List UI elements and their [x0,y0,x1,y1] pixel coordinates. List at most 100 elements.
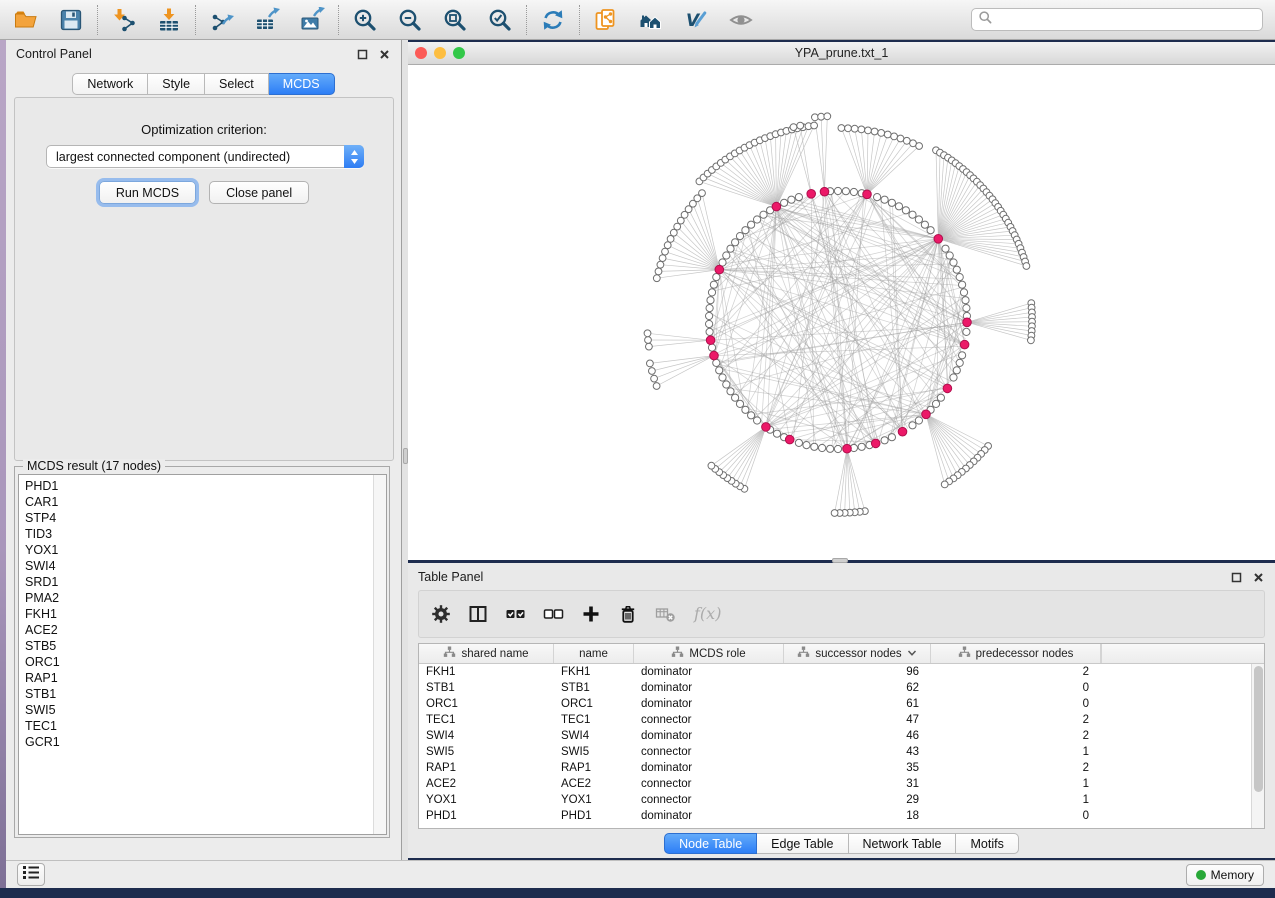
zoom-fit-icon[interactable] [441,6,469,34]
table-cell[interactable]: dominator [634,762,784,774]
close-panel-button[interactable]: Close panel [209,181,309,204]
table-cell[interactable]: 2 [931,730,1101,742]
table-cell[interactable]: 2 [931,666,1101,678]
table-row[interactable]: SWI5SWI5connector431 [419,744,1264,760]
table-row[interactable]: RAP1RAP1dominator352 [419,760,1264,776]
list-item[interactable]: CAR1 [25,494,373,510]
floppy-save-icon[interactable] [57,6,85,34]
letter-v-pen-icon[interactable]: V [682,6,710,34]
table-row[interactable]: FKH1FKH1dominator962 [419,664,1264,680]
table-cell[interactable]: dominator [634,666,784,678]
list-item[interactable]: SWI5 [25,702,373,718]
network-canvas[interactable] [408,65,1275,560]
run-mcds-button[interactable]: Run MCDS [99,181,196,204]
table-cell[interactable]: SWI4 [554,730,634,742]
table-row[interactable]: ACE2ACE2connector311 [419,776,1264,792]
table-row[interactable]: ORC1ORC1dominator610 [419,696,1264,712]
list-item[interactable]: GCR1 [25,734,373,750]
table-cell[interactable]: 47 [784,714,931,726]
search-box[interactable] [971,8,1263,31]
float-table-panel-icon[interactable] [1229,570,1243,584]
close-panel-icon[interactable] [377,47,391,61]
table-cell[interactable]: PHD1 [554,810,634,822]
table-cell[interactable]: dominator [634,682,784,694]
table-row[interactable]: STB1STB1dominator620 [419,680,1264,696]
table-row[interactable]: PHD1PHD1dominator180 [419,808,1264,824]
tab-network[interactable]: Network [72,73,148,95]
table-cell[interactable]: STB1 [554,682,634,694]
export-table-icon[interactable] [253,6,281,34]
split-panel-icon[interactable] [468,602,488,626]
plus-icon[interactable] [581,602,601,626]
table-cell[interactable]: 0 [931,698,1101,710]
double-house-icon[interactable] [637,6,665,34]
export-network-icon[interactable] [208,6,236,34]
list-item[interactable]: TID3 [25,526,373,542]
table-cell[interactable]: TEC1 [554,714,634,726]
table-cell[interactable]: ACE2 [554,778,634,790]
tab-select[interactable]: Select [205,73,269,95]
table-cell[interactable]: 2 [931,714,1101,726]
search-input[interactable] [996,13,1256,27]
folder-open-icon[interactable] [12,6,40,34]
table-cell[interactable]: 35 [784,762,931,774]
select-all-checkboxes-icon[interactable] [505,602,526,626]
table-row[interactable]: TEC1TEC1connector472 [419,712,1264,728]
tab-network-table[interactable]: Network Table [849,833,957,854]
trash-icon[interactable] [618,602,638,626]
tab-edge-table[interactable]: Edge Table [757,833,848,854]
task-history-button[interactable] [17,863,45,886]
table-cell[interactable]: connector [634,778,784,790]
table-cell[interactable]: 29 [784,794,931,806]
table-cell[interactable]: 1 [931,746,1101,758]
table-cell[interactable]: 1 [931,794,1101,806]
table-cell[interactable]: connector [634,714,784,726]
table-cell[interactable]: ORC1 [554,698,634,710]
table-cell[interactable]: 2 [931,762,1101,774]
gear-icon[interactable] [431,602,451,626]
column-header-MCDS-role[interactable]: MCDS role [634,644,784,663]
table-cell[interactable]: 46 [784,730,931,742]
table-cell[interactable]: 31 [784,778,931,790]
documents-network-icon[interactable] [592,6,620,34]
memory-button[interactable]: Memory [1186,864,1264,886]
mcds-list-scrollbar[interactable] [373,475,386,834]
network-window-titlebar[interactable]: YPA_prune.txt_1 [408,42,1275,65]
column-header-successor-nodes[interactable]: successor nodes [784,644,931,663]
table-cell[interactable]: TEC1 [419,714,554,726]
refresh-icon[interactable] [539,6,567,34]
list-item[interactable]: STB5 [25,638,373,654]
list-item[interactable]: ACE2 [25,622,373,638]
tab-node-table[interactable]: Node Table [664,833,757,854]
tab-mcds[interactable]: MCDS [269,73,335,95]
table-cell[interactable]: RAP1 [554,762,634,774]
table-cell[interactable]: SWI5 [554,746,634,758]
list-item[interactable]: STB1 [25,686,373,702]
table-cell[interactable]: 0 [931,810,1101,822]
export-image-icon[interactable] [298,6,326,34]
zoom-selected-icon[interactable] [486,6,514,34]
float-panel-icon[interactable] [355,47,369,61]
table-cell[interactable]: dominator [634,810,784,822]
eye-icon[interactable] [727,6,755,34]
list-item[interactable]: TEC1 [25,718,373,734]
table-cell[interactable]: connector [634,794,784,806]
column-header-predecessor-nodes[interactable]: predecessor nodes [931,644,1101,663]
table-cell[interactable]: 1 [931,778,1101,790]
table-cell[interactable]: FKH1 [419,666,554,678]
list-item[interactable]: RAP1 [25,670,373,686]
table-cell[interactable]: FKH1 [554,666,634,678]
table-cell[interactable]: YOX1 [419,794,554,806]
table-scrollbar-thumb[interactable] [1254,666,1263,792]
table-cell[interactable]: YOX1 [554,794,634,806]
column-header-shared-name[interactable]: shared name [419,644,554,663]
table-cell[interactable]: 62 [784,682,931,694]
tab-motifs[interactable]: Motifs [956,833,1018,854]
table-cell[interactable]: ACE2 [419,778,554,790]
list-item[interactable]: SRD1 [25,574,373,590]
close-table-panel-icon[interactable] [1251,570,1265,584]
table-scrollbar[interactable] [1251,664,1264,828]
list-item[interactable]: PHD1 [25,478,373,494]
table-cell[interactable]: 96 [784,666,931,678]
table-cell[interactable]: STB1 [419,682,554,694]
